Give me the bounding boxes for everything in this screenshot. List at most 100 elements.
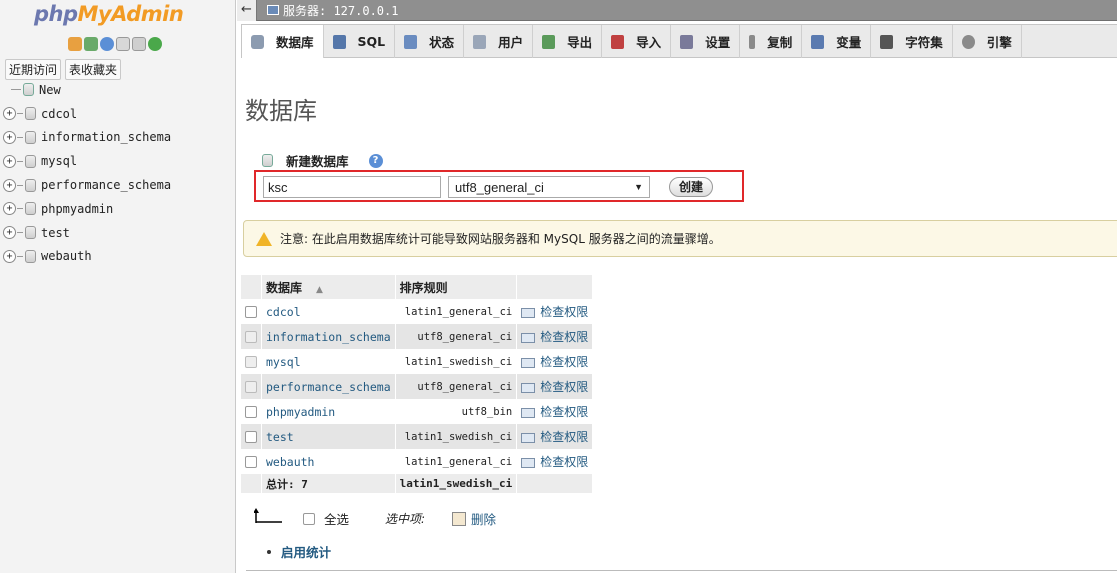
- expand-icon[interactable]: +: [3, 154, 16, 168]
- check-privileges-link[interactable]: 检查权限: [516, 324, 594, 349]
- tree-item-performance-schema[interactable]: + performance_schema: [3, 173, 171, 197]
- navigation-panel: phpMyAdmin 近期访问 表收藏夹 New + cdcol + infor…: [0, 0, 236, 573]
- privileges-icon: [521, 307, 536, 318]
- database-name[interactable]: mysql: [261, 349, 396, 374]
- reload-icon[interactable]: [148, 37, 162, 51]
- table-row: phpmyadmin utf8_bin 检查权限: [241, 399, 594, 424]
- tab-label: 数据库: [276, 35, 314, 50]
- tree-item-information-schema[interactable]: + information_schema: [3, 126, 171, 150]
- help-icon[interactable]: [100, 37, 114, 51]
- database-name-input[interactable]: [263, 176, 441, 198]
- header-database[interactable]: 数据库 ▲: [261, 275, 396, 299]
- logout-icon[interactable]: [84, 37, 98, 51]
- tab-engines[interactable]: 引擎: [953, 25, 1022, 58]
- tab-users[interactable]: 用户: [464, 25, 534, 58]
- select-all-control[interactable]: 全选: [303, 509, 349, 528]
- database-icon: [25, 107, 36, 121]
- footer-empty-cell: [241, 474, 262, 493]
- recent-tab[interactable]: 近期访问: [5, 59, 62, 80]
- tree-item-test[interactable]: + test: [3, 221, 171, 245]
- phpmyadmin-logo[interactable]: phpMyAdmin: [34, 2, 184, 26]
- row-checkbox[interactable]: [245, 331, 257, 343]
- docs-icon[interactable]: [116, 37, 130, 51]
- header-actions: [516, 275, 594, 299]
- check-privileges-link[interactable]: 检查权限: [516, 299, 594, 324]
- settings-icon[interactable]: [132, 37, 146, 51]
- tree-item-label[interactable]: cdcol: [41, 107, 77, 121]
- database-collation: latin1_general_ci: [395, 449, 518, 474]
- row-checkbox[interactable]: [245, 456, 257, 468]
- tab-sql[interactable]: SQL: [324, 25, 396, 58]
- privileges-icon: [521, 407, 536, 418]
- collapse-nav-arrow-icon[interactable]: ←: [237, 0, 257, 21]
- header-collation[interactable]: 排序规则: [395, 275, 518, 299]
- tree-item-label[interactable]: webauth: [41, 249, 92, 263]
- tab-settings[interactable]: 设置: [671, 25, 741, 58]
- help-icon[interactable]: ?: [368, 153, 383, 168]
- select-all-checkbox[interactable]: [303, 512, 315, 525]
- database-name[interactable]: cdcol: [261, 299, 396, 324]
- tab-export[interactable]: 导出: [533, 25, 603, 58]
- header-collation-label: 排序规则: [399, 280, 448, 295]
- row-checkbox[interactable]: [245, 406, 257, 418]
- tree-item-label[interactable]: information_schema: [41, 130, 171, 144]
- enable-statistics-link[interactable]: 启用统计: [267, 542, 331, 561]
- expand-icon[interactable]: +: [3, 107, 16, 121]
- tree-connector: [17, 113, 23, 115]
- table-footer-row: 总计: 7 latin1_swedish_ci: [241, 474, 594, 493]
- database-name[interactable]: information_schema: [261, 324, 396, 349]
- check-privileges-link[interactable]: 检查权限: [516, 424, 594, 449]
- tree-item-cdcol[interactable]: + cdcol: [3, 102, 171, 126]
- total-count: 总计: 7: [261, 474, 396, 493]
- favorites-tab[interactable]: 表收藏夹: [65, 59, 122, 80]
- privileges-icon: [521, 382, 536, 393]
- tab-replication[interactable]: 复制: [740, 25, 803, 58]
- select-all-label[interactable]: 全选: [324, 509, 349, 528]
- home-icon[interactable]: [68, 37, 82, 51]
- tree-item-webauth[interactable]: + webauth: [3, 245, 171, 269]
- expand-icon[interactable]: +: [3, 249, 16, 263]
- database-collation: latin1_general_ci: [395, 299, 518, 324]
- check-privileges-link[interactable]: 检查权限: [516, 349, 594, 374]
- expand-icon[interactable]: +: [3, 178, 16, 192]
- tab-databases[interactable]: 数据库: [242, 25, 324, 58]
- tree-item-new[interactable]: New: [3, 78, 171, 102]
- tab-variables[interactable]: 变量: [802, 25, 872, 58]
- tab-import[interactable]: 导入: [602, 25, 672, 58]
- row-checkbox[interactable]: [245, 381, 257, 393]
- row-checkbox[interactable]: [245, 306, 257, 318]
- tree-connector: [17, 184, 23, 186]
- check-privileges-link[interactable]: 检查权限: [516, 374, 594, 399]
- select-arrow-icon: [254, 508, 282, 523]
- database-name[interactable]: phpmyadmin: [261, 399, 396, 424]
- expand-icon[interactable]: +: [3, 226, 16, 240]
- server-breadcrumb[interactable]: 服务器: 127.0.0.1: [267, 2, 398, 19]
- check-privileges-link[interactable]: 检查权限: [516, 449, 594, 474]
- row-checkbox[interactable]: [245, 356, 257, 368]
- tree-item-label[interactable]: performance_schema: [41, 178, 171, 192]
- database-name[interactable]: webauth: [261, 449, 396, 474]
- collation-select[interactable]: utf8_general_ci ▼: [448, 176, 650, 198]
- tab-label: SQL: [357, 34, 386, 49]
- tree-item-phpmyadmin[interactable]: + phpmyadmin: [3, 197, 171, 221]
- tree-item-mysql[interactable]: + mysql: [3, 149, 171, 173]
- database-icon: [25, 249, 36, 263]
- expand-icon[interactable]: +: [3, 130, 16, 144]
- tab-status[interactable]: 状态: [395, 25, 465, 58]
- table-header-row: 数据库 ▲ 排序规则: [241, 275, 594, 299]
- check-privileges-label: 检查权限: [540, 355, 589, 369]
- tree-item-label[interactable]: phpmyadmin: [41, 202, 113, 216]
- tab-charsets[interactable]: 字符集: [871, 25, 953, 58]
- row-checkbox[interactable]: [245, 431, 257, 443]
- check-privileges-link[interactable]: 检查权限: [516, 399, 594, 424]
- create-button[interactable]: 创建: [669, 177, 713, 197]
- database-name[interactable]: performance_schema: [261, 374, 396, 399]
- tree-item-label[interactable]: mysql: [41, 154, 77, 168]
- check-privileges-label: 检查权限: [540, 430, 589, 444]
- row-checkbox-cell: [241, 424, 262, 449]
- tab-label: 引擎: [986, 35, 1012, 50]
- database-name[interactable]: test: [261, 424, 396, 449]
- delete-button[interactable]: 删除: [452, 509, 496, 528]
- expand-icon[interactable]: +: [3, 202, 16, 216]
- tree-item-label[interactable]: test: [41, 226, 70, 240]
